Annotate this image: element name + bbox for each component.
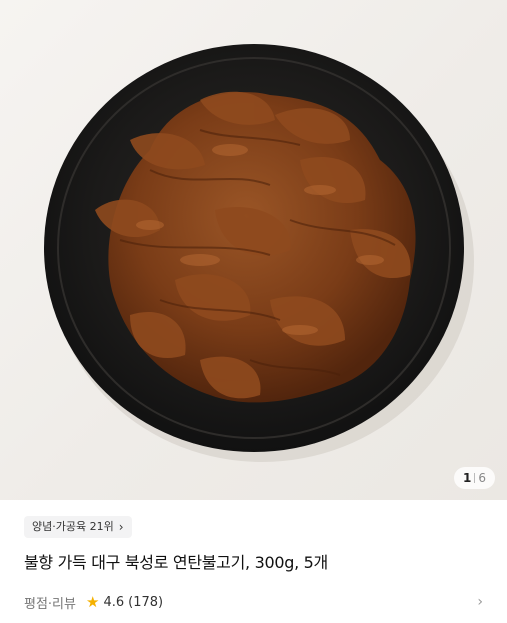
rank-badge-label: 양념·가공육 21위 bbox=[32, 520, 114, 533]
product-image[interactable]: 1 6 bbox=[0, 0, 507, 500]
rating-value: 4.6 bbox=[103, 594, 125, 610]
chevron-right-icon[interactable]: › bbox=[477, 594, 483, 610]
product-title: 불향 가득 대구 북성로 연탄불고기, 300g, 5개 bbox=[24, 553, 328, 572]
chevron-right-icon: › bbox=[118, 520, 124, 534]
star-icon: ★ bbox=[85, 592, 100, 611]
counter-divider bbox=[474, 473, 476, 483]
image-page-counter: 1 6 bbox=[454, 467, 495, 489]
rating-review-row[interactable]: 평점·리뷰 ★ 4.6 (178) › bbox=[24, 592, 483, 612]
bulgogi-plate-illustration bbox=[44, 44, 474, 462]
rating-label: 평점·리뷰 bbox=[24, 596, 76, 612]
product-info: 양념·가공육 21위 › 불향 가득 대구 북성로 연탄불고기, 300g, 5… bbox=[0, 500, 507, 623]
image-index: 1 bbox=[463, 471, 472, 485]
image-total: 6 bbox=[478, 471, 486, 485]
category-rank-badge[interactable]: 양념·가공육 21위 › bbox=[24, 516, 132, 538]
review-count: (178) bbox=[128, 594, 164, 610]
